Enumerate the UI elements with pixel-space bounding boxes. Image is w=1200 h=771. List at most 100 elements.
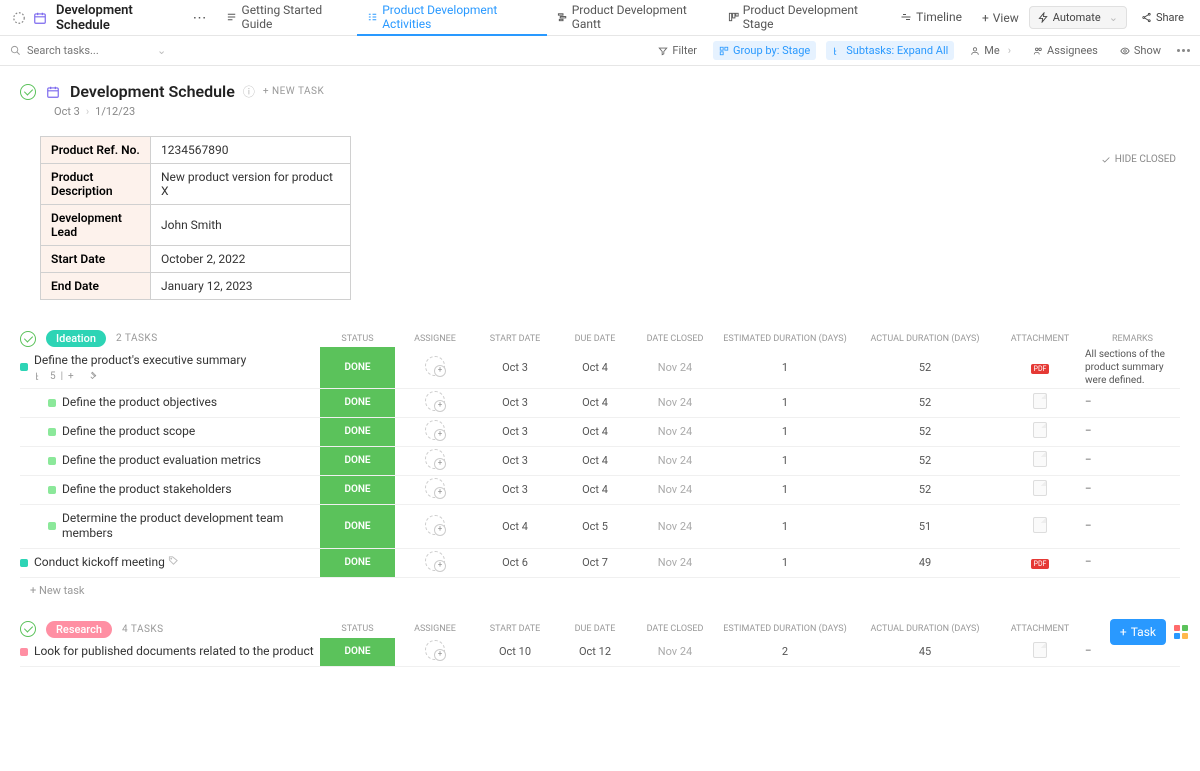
tab-gantt[interactable]: Product Development Gantt [547,0,718,36]
col-header[interactable]: STATUS [320,334,395,344]
info-value: October 2, 2022 [151,246,351,273]
due-date: Oct 4 [555,483,635,496]
add-view[interactable]: + View [972,11,1029,25]
assignee-add[interactable] [425,449,445,469]
est-duration: 1 [715,396,855,409]
hide-closed-button[interactable]: HIDE CLOSED [1101,154,1176,165]
calendar-icon [44,83,62,101]
new-task-button[interactable]: + NEW TASK [263,86,324,97]
status-badge[interactable]: DONE [320,638,395,666]
me-button[interactable]: Me› [964,41,1017,60]
col-header[interactable]: ESTIMATED DURATION (DAYS) [715,624,855,634]
info-icon[interactable]: ⓘ [243,83,255,100]
due-date: Oct 4 [555,361,635,374]
task-row[interactable]: Define the product evaluation metrics DO… [20,447,1180,476]
file-icon[interactable] [1033,642,1047,658]
act-duration: 45 [855,645,995,658]
status-bullet[interactable] [48,428,56,436]
col-header[interactable]: DATE CLOSED [635,334,715,344]
col-header[interactable]: START DATE [475,334,555,344]
group-pill[interactable]: Research [46,621,112,638]
status-bullet[interactable] [20,559,28,567]
assignee-add[interactable] [425,640,445,660]
list-title: Development Schedule [70,82,235,101]
doc-menu[interactable]: ⋯ [186,10,212,26]
show-button[interactable]: Show [1114,41,1167,60]
remarks: – [1085,483,1180,496]
status-badge[interactable]: DONE [320,549,395,577]
start-date: Oct 3 [475,396,555,409]
assignee-add[interactable] [425,420,445,440]
col-header[interactable]: ASSIGNEE [395,334,475,344]
col-header[interactable]: START DATE [475,624,555,634]
more-menu[interactable] [1177,49,1190,52]
file-icon[interactable] [1033,422,1047,438]
task-name: Define the product's executive summary [34,353,246,367]
status-bullet[interactable] [20,648,28,656]
status-bullet[interactable] [48,486,56,494]
app-icon[interactable] [10,9,27,27]
pdf-icon[interactable]: PDF [1031,364,1050,374]
assignee-add[interactable] [425,356,445,376]
status-badge[interactable]: DONE [320,447,395,475]
task-row[interactable]: Define the product objectives DONE Oct 3… [20,389,1180,418]
search-input[interactable] [27,44,147,57]
assignee-add[interactable] [425,478,445,498]
group-by-button[interactable]: Group by: Stage [713,41,816,60]
col-header[interactable]: DATE CLOSED [635,624,715,634]
fab-apps-button[interactable] [1174,625,1188,639]
status-badge[interactable]: DONE [320,389,395,417]
status-badge[interactable]: DONE [320,476,395,504]
col-header[interactable]: ESTIMATED DURATION (DAYS) [715,334,855,344]
task-row[interactable]: Define the product stakeholders DONE Oct… [20,476,1180,505]
pdf-icon[interactable]: PDF [1031,559,1050,569]
col-header[interactable]: ASSIGNEE [395,624,475,634]
assignee-add[interactable] [425,551,445,571]
assignee-add[interactable] [425,515,445,535]
col-header[interactable]: DUE DATE [555,624,635,634]
task-row[interactable]: Define the product scope DONE Oct 3 Oct … [20,418,1180,447]
task-row[interactable]: Conduct kickoff meeting DONE Oct 6 Oct 7… [20,549,1180,578]
file-icon[interactable] [1033,517,1047,533]
subtasks-button[interactable]: Subtasks: Expand All [826,41,954,60]
task-row[interactable]: Determine the product development team m… [20,505,1180,549]
file-icon[interactable] [1033,451,1047,467]
status-badge[interactable]: DONE [320,505,395,548]
fab-task-button[interactable]: + Task [1110,619,1166,645]
task-row[interactable]: Define the product's executive summary 5… [20,347,1180,389]
col-header[interactable]: ATTACHMENT [995,334,1085,344]
assignee-add[interactable] [425,391,445,411]
tab-timeline[interactable]: Timeline [890,0,972,36]
automate-button[interactable]: Automate⌄ [1029,6,1127,29]
file-icon[interactable] [1033,480,1047,496]
status-badge[interactable]: DONE [320,347,395,388]
tab-getting-started[interactable]: Getting Started Guide [216,0,357,36]
tag-icon[interactable] [168,555,179,566]
status-bullet[interactable] [48,522,56,530]
start-date: Oct 3 [475,454,555,467]
col-header[interactable]: STATUS [320,624,395,634]
remarks: – [1085,396,1180,409]
act-duration: 49 [855,556,995,569]
status-bullet[interactable] [48,399,56,407]
search-chevron[interactable]: ⌄ [157,44,166,57]
status-bullet[interactable] [20,363,28,371]
col-header[interactable]: ACTUAL DURATION (DAYS) [855,334,995,344]
file-icon[interactable] [1033,393,1047,409]
col-header[interactable]: REMARKS [1085,334,1180,344]
status-badge[interactable]: DONE [320,418,395,446]
due-date: Oct 4 [555,425,635,438]
assignees-button[interactable]: Assignees [1027,41,1104,60]
due-date: Oct 5 [555,520,635,533]
new-task-row[interactable]: + New task [20,578,1180,597]
col-header[interactable]: ACTUAL DURATION (DAYS) [855,624,995,634]
task-row[interactable]: Look for published documents related to … [20,638,1180,667]
share-button[interactable]: Share [1135,7,1190,28]
status-bullet[interactable] [48,457,56,465]
filter-button[interactable]: Filter [652,41,703,60]
col-header[interactable]: DUE DATE [555,334,635,344]
group-pill[interactable]: Ideation [46,330,106,347]
col-header[interactable]: ATTACHMENT [995,624,1085,634]
tab-activities[interactable]: Product Development Activities [357,0,546,36]
tab-stage[interactable]: Product Development Stage [718,0,890,36]
